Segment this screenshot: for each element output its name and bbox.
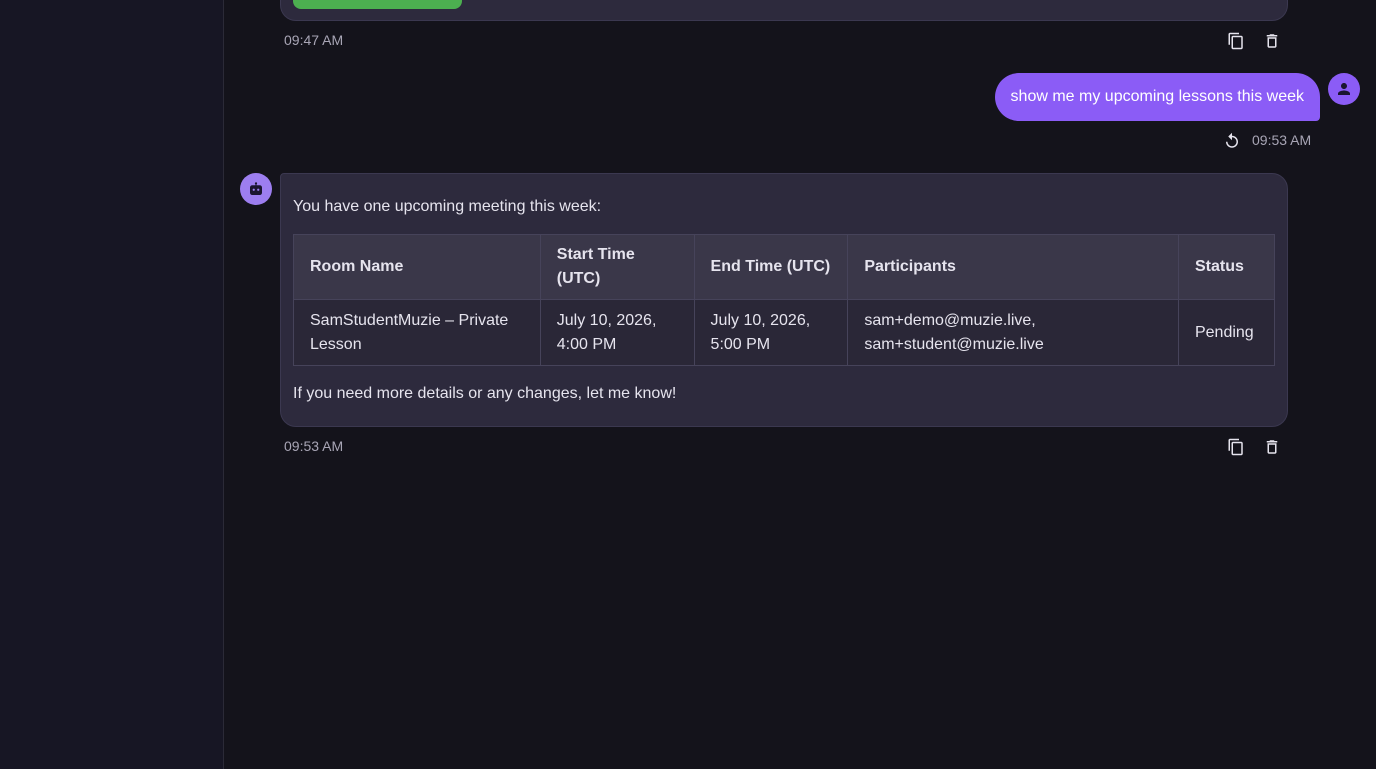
delete-button[interactable] bbox=[1261, 436, 1283, 458]
retry-button[interactable] bbox=[1221, 130, 1243, 152]
user-message-text: show me my upcoming lessons this week bbox=[1010, 88, 1304, 105]
cell-status: Pending bbox=[1177, 299, 1276, 366]
user-message-bubble: show me my upcoming lessons this week bbox=[994, 73, 1320, 121]
sidebar bbox=[0, 0, 224, 769]
trash-icon bbox=[1266, 440, 1278, 454]
robot-icon bbox=[250, 182, 262, 195]
cell-room-name: SamStudentMuzie – Private Lesson bbox=[293, 299, 541, 366]
assistant-avatar bbox=[240, 173, 272, 205]
previous-message-time: 09:47 AM bbox=[284, 32, 344, 48]
header-room-name: Room Name bbox=[293, 234, 541, 300]
header-end-time: End Time (UTC) bbox=[693, 234, 849, 300]
header-start-time: Start Time (UTC) bbox=[539, 234, 695, 300]
assistant-message-bubble: You have one upcoming meeting this week:… bbox=[280, 173, 1288, 427]
copy-button[interactable] bbox=[1225, 436, 1247, 458]
refresh-icon bbox=[1226, 132, 1238, 148]
assistant-intro-text: You have one upcoming meeting this week: bbox=[293, 198, 602, 215]
user-avatar bbox=[1328, 73, 1360, 105]
cell-start-time: July 10, 2026, 4:00 PM bbox=[539, 299, 695, 366]
assistant-outro-text: If you need more details or any changes,… bbox=[293, 385, 677, 402]
header-status: Status bbox=[1177, 234, 1276, 300]
copy-button[interactable] bbox=[1225, 30, 1247, 52]
person-icon bbox=[1338, 83, 1350, 95]
assistant-message-time: 09:53 AM bbox=[284, 438, 344, 454]
delete-button[interactable] bbox=[1261, 30, 1283, 52]
green-action-button[interactable] bbox=[293, 0, 462, 9]
trash-icon bbox=[1266, 34, 1278, 48]
table-row: SamStudentMuzie – Private Lesson July 10… bbox=[293, 299, 1276, 366]
lessons-table: Room Name Start Time (UTC) End Time (UTC… bbox=[293, 234, 1276, 366]
chat-area: 09:47 AM show me my upcoming lessons thi… bbox=[224, 0, 1376, 769]
cell-end-time: July 10, 2026, 5:00 PM bbox=[693, 299, 849, 366]
header-participants: Participants bbox=[847, 234, 1179, 300]
cell-participants: sam+demo@muzie.live, sam+student@muzie.l… bbox=[847, 299, 1179, 366]
previous-assistant-bubble bbox=[280, 0, 1288, 21]
copy-icon bbox=[1228, 438, 1243, 456]
copy-icon bbox=[1228, 32, 1243, 50]
table-header-row: Room Name Start Time (UTC) End Time (UTC… bbox=[293, 234, 1276, 300]
user-message-time: 09:53 AM bbox=[1252, 132, 1312, 148]
